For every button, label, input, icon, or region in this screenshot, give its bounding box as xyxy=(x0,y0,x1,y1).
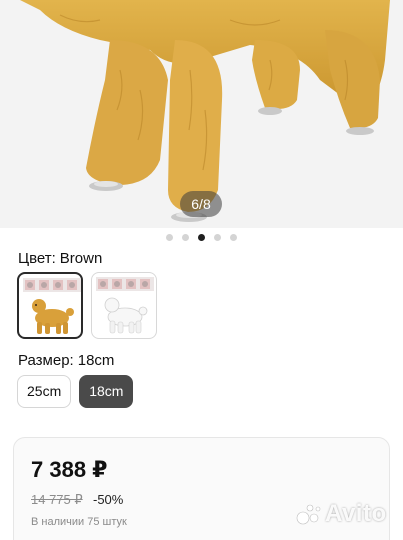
color-option-brown[interactable] xyxy=(17,272,83,339)
watermark-text: Avito xyxy=(325,500,387,527)
size-options: 25cm 18cm xyxy=(17,375,134,408)
white-poodle-thumbnail xyxy=(96,277,154,334)
image-counter: 6/8 xyxy=(180,191,222,217)
discount-badge: -50% xyxy=(93,492,124,507)
pagination-dot[interactable] xyxy=(182,233,189,241)
old-price: 14 775 ₽ xyxy=(31,492,83,507)
pagination-dot[interactable] xyxy=(214,233,221,241)
stock-status: В наличии 75 штук xyxy=(31,516,127,528)
avito-logo-icon xyxy=(296,504,321,525)
color-variants xyxy=(17,272,157,339)
product-image-gallery[interactable]: 6/8 xyxy=(0,0,403,228)
size-option-25cm[interactable]: 25cm xyxy=(17,375,72,408)
pagination-dot-active[interactable] xyxy=(198,233,205,241)
current-price: 7 388 ₽ xyxy=(31,457,108,482)
pagination-dot[interactable] xyxy=(166,233,173,241)
color-label: Цвет: xyxy=(18,250,56,267)
size-label: Размер: xyxy=(18,352,74,369)
gallery-pagination-dots[interactable] xyxy=(0,231,403,243)
color-value: Brown xyxy=(59,250,103,267)
color-option-white[interactable] xyxy=(91,272,157,339)
brown-poodle-thumbnail xyxy=(23,278,81,334)
size-label-row: Размер: 18cm xyxy=(18,352,114,369)
pagination-dot[interactable] xyxy=(230,233,237,241)
size-option-18cm[interactable]: 18cm xyxy=(79,375,134,408)
avito-watermark: Avito xyxy=(296,500,392,528)
size-value: 18cm xyxy=(77,352,115,369)
color-label-row: Цвет: Brown xyxy=(18,250,102,267)
